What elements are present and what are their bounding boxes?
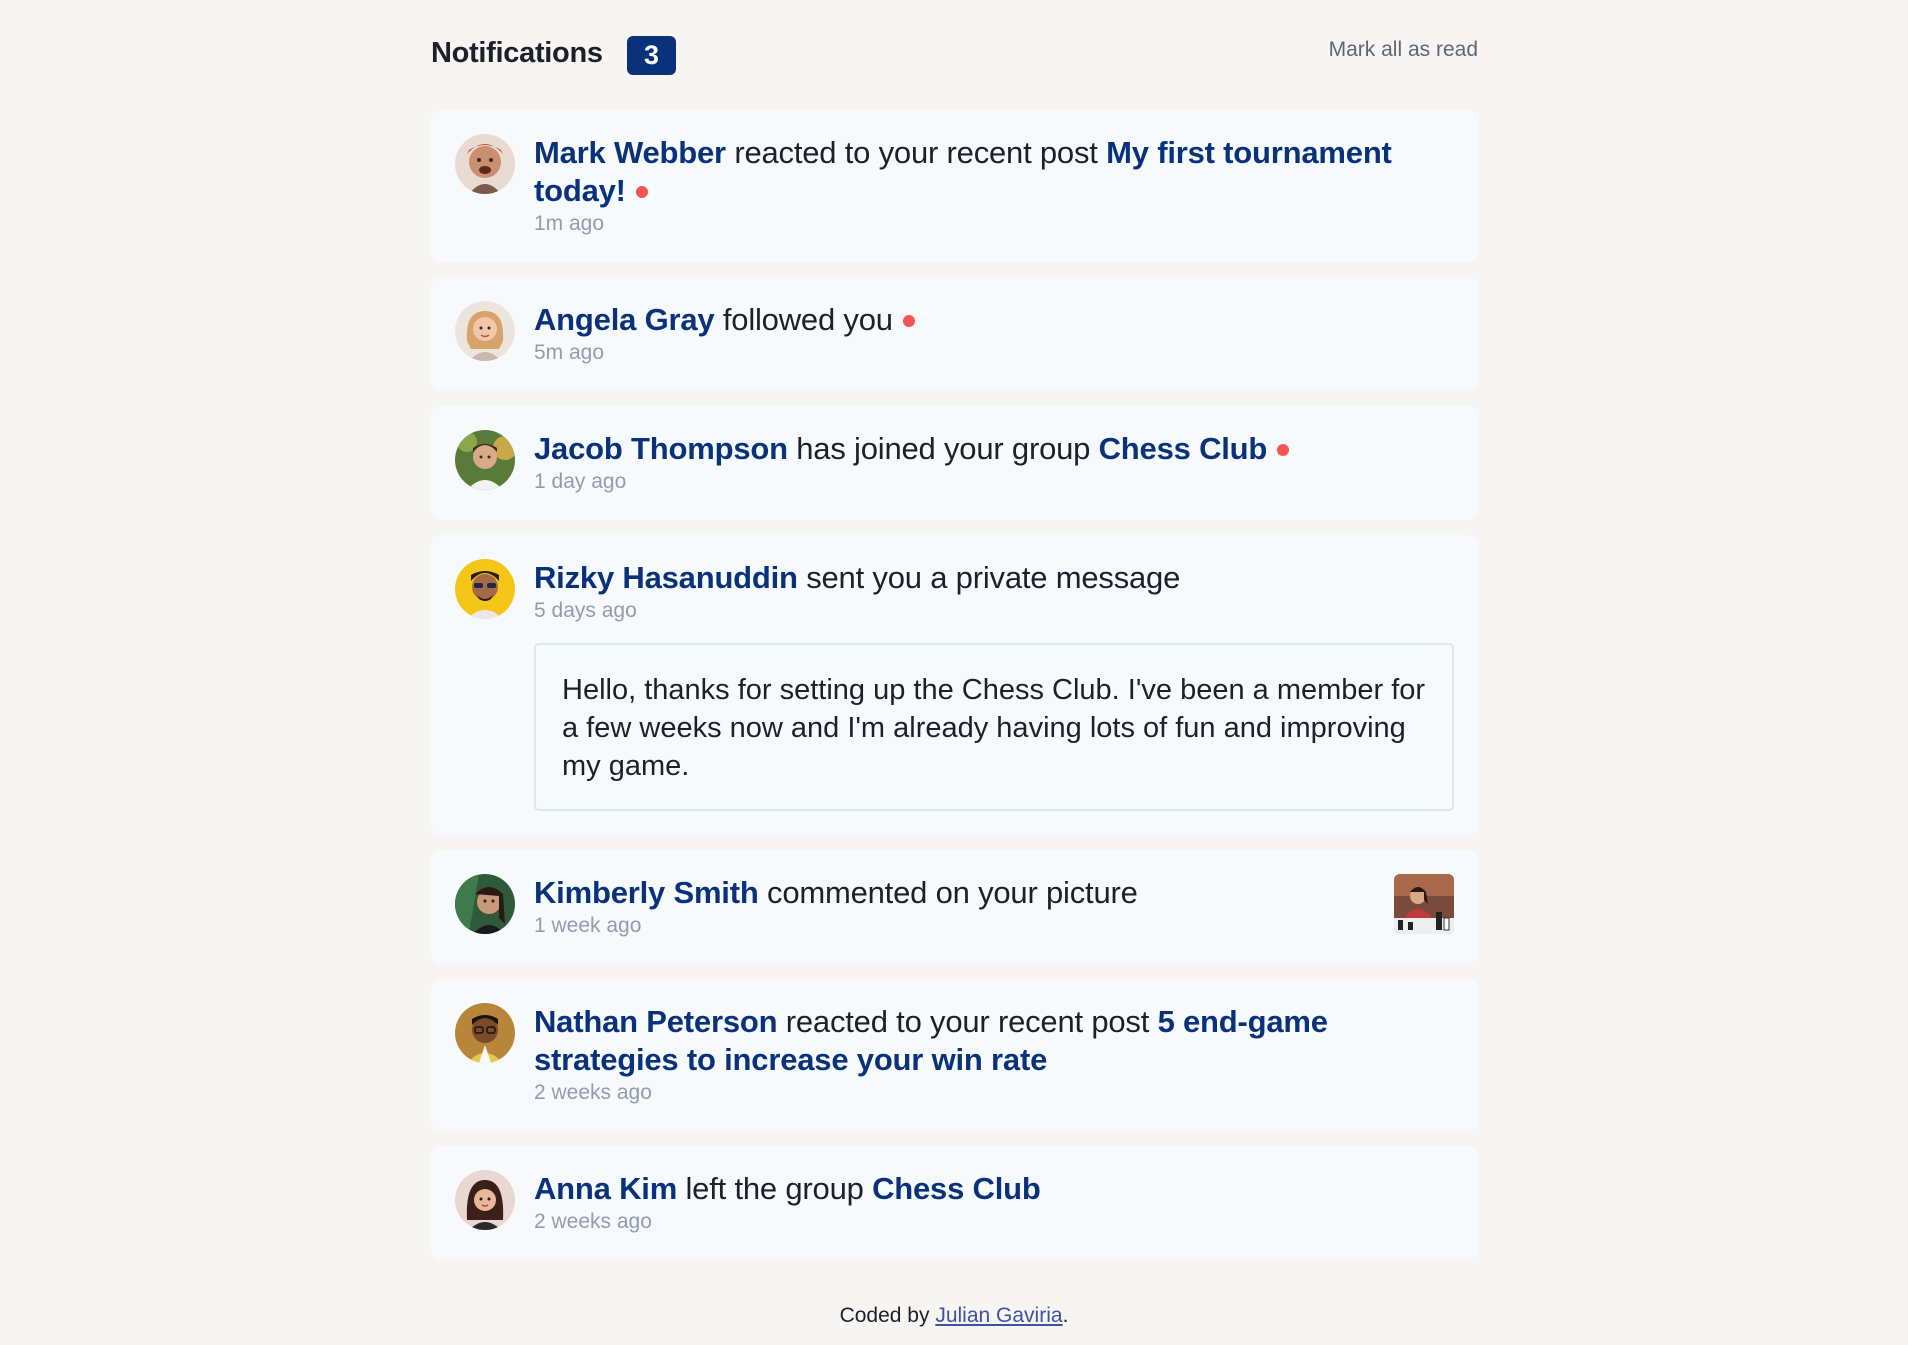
avatar-kimberly-smith-icon[interactable] [455, 874, 515, 934]
user-name-link[interactable]: Anna Kim [534, 1171, 677, 1206]
notification-action: reacted to your recent post [785, 1004, 1150, 1039]
notification-action: commented on your picture [767, 875, 1138, 910]
notification-text: Kimberly Smith commented on your picture [534, 874, 1454, 912]
notifications-header: Notifications 3 Mark all as read [431, 0, 1478, 110]
user-name-link[interactable]: Mark Webber [534, 135, 726, 170]
chess-picture-thumbnail-icon[interactable] [1394, 874, 1454, 934]
user-name-link[interactable]: Angela Gray [534, 302, 715, 337]
user-name-link[interactable]: Rizky Hasanuddin [534, 560, 798, 595]
notification-time: 1m ago [534, 212, 605, 235]
notification-text: Rizky Hasanuddin sent you a private mess… [534, 559, 1454, 597]
notification-action: left the group [685, 1171, 864, 1206]
mark-all-as-read-button[interactable]: Mark all as read [1329, 38, 1478, 62]
footer-prefix: Coded by [839, 1304, 930, 1327]
notification-action: followed you [722, 302, 893, 337]
notification-text: Angela Gray followed you [534, 301, 1454, 339]
notification-item[interactable]: Angela Gray followed you 5m ago [431, 277, 1478, 391]
footer-suffix: . [1062, 1304, 1069, 1327]
notification-time: 1 week ago [534, 914, 642, 937]
notification-time: 5 days ago [534, 599, 637, 622]
notification-text: Jacob Thompson has joined your group Che… [534, 430, 1454, 468]
notification-item[interactable]: Jacob Thompson has joined your group Che… [431, 406, 1478, 520]
avatar-rizky-hasanuddin-icon[interactable] [455, 559, 515, 619]
notification-text: Mark Webber reacted to your recent post … [534, 134, 1454, 210]
unread-count-badge: 3 [627, 36, 676, 75]
avatar-angela-gray-icon[interactable] [455, 301, 515, 361]
notification-action: has joined your group [796, 431, 1091, 466]
private-message-preview[interactable]: Hello, thanks for setting up the Chess C… [534, 643, 1454, 811]
user-name-link[interactable]: Kimberly Smith [534, 875, 759, 910]
group-link[interactable]: Chess Club [872, 1171, 1041, 1206]
notification-text: Nathan Peterson reacted to your recent p… [534, 1003, 1454, 1079]
notification-item[interactable]: Nathan Peterson reacted to your recent p… [431, 979, 1478, 1131]
notification-action: reacted to your recent post [734, 135, 1098, 170]
unread-dot-icon [1277, 444, 1290, 456]
notification-item[interactable]: Anna Kim left the group Chess Club 2 wee… [431, 1146, 1478, 1260]
unread-dot-icon [635, 186, 648, 198]
notification-item[interactable]: Mark Webber reacted to your recent post … [431, 110, 1478, 262]
unread-dot-icon [902, 315, 915, 327]
avatar-anna-kim-icon[interactable] [455, 1170, 515, 1230]
notification-action: sent you a private message [806, 560, 1181, 595]
notification-item[interactable]: Kimberly Smith commented on your picture… [431, 850, 1478, 964]
notification-time: 2 weeks ago [534, 1081, 652, 1104]
page-title: Notifications [431, 37, 603, 69]
notification-time: 1 day ago [534, 470, 627, 493]
notifications-panel: Notifications 3 Mark all as read Mark We… [431, 0, 1478, 1260]
avatar-jacob-thompson-icon[interactable] [455, 430, 515, 490]
notification-time: 2 weeks ago [534, 1210, 652, 1233]
avatar-mark-webber-icon[interactable] [455, 134, 515, 194]
notification-item[interactable]: Rizky Hasanuddin sent you a private mess… [431, 535, 1478, 835]
notification-text: Anna Kim left the group Chess Club [534, 1170, 1454, 1208]
notification-time: 5m ago [534, 341, 605, 364]
notification-list: Mark Webber reacted to your recent post … [431, 110, 1478, 1260]
user-name-link[interactable]: Nathan Peterson [534, 1004, 778, 1039]
attribution-footer: Coded by Julian Gaviria. [0, 1304, 1908, 1328]
group-link[interactable]: Chess Club [1099, 431, 1268, 466]
avatar-nathan-peterson-icon[interactable] [455, 1003, 515, 1063]
author-link[interactable]: Julian Gaviria [935, 1304, 1062, 1327]
user-name-link[interactable]: Jacob Thompson [534, 431, 788, 466]
